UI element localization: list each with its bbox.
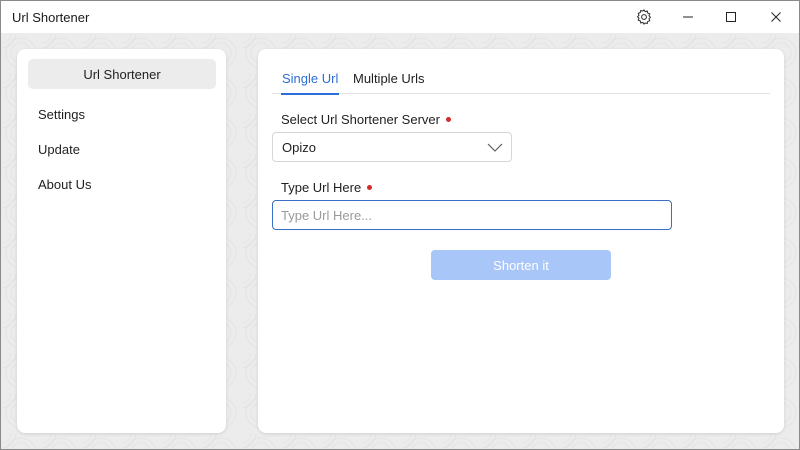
main-panel: Single Url Multiple Urls Select Url Shor… — [258, 49, 784, 433]
server-label-text: Select Url Shortener Server — [281, 112, 440, 127]
maximize-icon — [726, 12, 736, 22]
maximize-button[interactable] — [708, 1, 754, 33]
required-indicator — [367, 185, 373, 191]
required-indicator — [445, 117, 451, 123]
url-label-text: Type Url Here — [281, 180, 362, 195]
tab-bar: Single Url Multiple Urls — [272, 69, 770, 95]
tab-single-url[interactable]: Single Url — [280, 71, 340, 95]
url-input[interactable] — [272, 200, 672, 230]
window-title: Url Shortener — [12, 10, 90, 25]
minimize-icon — [683, 16, 693, 18]
minimize-button[interactable] — [665, 1, 711, 33]
sidebar: Url Shortener Settings Update About Us — [17, 49, 226, 433]
app-window: Url Shortener Url Shortener Settings Upd… — [0, 0, 800, 450]
sidebar-item-update[interactable]: Update — [28, 134, 216, 164]
close-button[interactable] — [753, 1, 799, 33]
sidebar-item-settings[interactable]: Settings — [28, 99, 216, 129]
chevron-down-icon — [487, 143, 503, 152]
sidebar-item-label: About Us — [38, 176, 92, 192]
sidebar-item-label: Settings — [38, 106, 85, 122]
sidebar-item-about-us[interactable]: About Us — [28, 169, 216, 199]
sidebar-item-label: Url Shortener — [83, 66, 161, 82]
content-area: Url Shortener Settings Update About Us S… — [1, 33, 799, 449]
sidebar-item-url-shortener[interactable]: Url Shortener — [28, 59, 216, 89]
sidebar-item-label: Update — [38, 141, 80, 157]
server-select-value: Opizo — [282, 139, 316, 155]
server-field-label: Select Url Shortener Server — [281, 112, 451, 127]
server-select[interactable]: Opizo — [272, 132, 512, 162]
title-bar[interactable]: Url Shortener — [1, 1, 799, 33]
tab-multiple-urls[interactable]: Multiple Urls — [353, 71, 425, 93]
settings-button[interactable] — [621, 1, 667, 33]
shorten-button[interactable]: Shorten it — [431, 250, 611, 280]
close-icon — [771, 12, 781, 22]
gear-icon — [636, 9, 652, 25]
url-field-label: Type Url Here — [281, 180, 373, 195]
